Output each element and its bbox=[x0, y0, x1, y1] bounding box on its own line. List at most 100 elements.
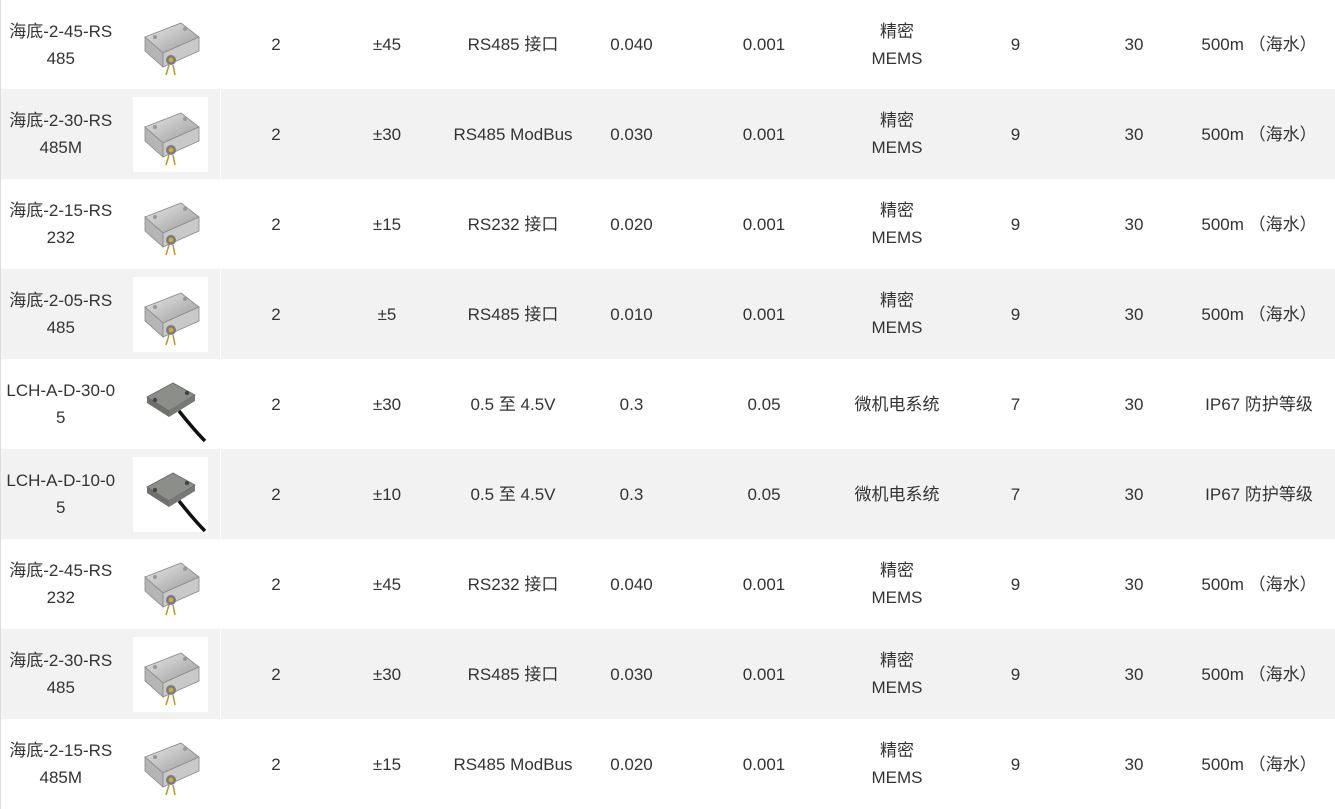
range-cell: ±15 bbox=[332, 179, 443, 269]
model-cell[interactable]: 海底-2-45-RS232 bbox=[1, 539, 121, 629]
bandwidth-cell: 30 bbox=[1086, 719, 1183, 809]
model-cell[interactable]: 海底-2-45-RS485 bbox=[1, 0, 121, 89]
technology-cell: 精密 MEMS bbox=[849, 179, 946, 269]
resolution-cell: 0.05 bbox=[680, 449, 849, 539]
protection-cell: 500m （海水） bbox=[1183, 269, 1335, 359]
technology-cell: 精密 MEMS bbox=[849, 89, 946, 179]
model-cell[interactable]: 海底-2-05-RS485 bbox=[1, 269, 121, 359]
accuracy-cell: 0.3 bbox=[584, 449, 680, 539]
range-cell: ±10 bbox=[332, 449, 443, 539]
mems-sensor-box-icon[interactable] bbox=[133, 277, 208, 352]
table-row: 海底-2-15-RS485M 2 ±15 RS485 ModBus 0.020 … bbox=[1, 719, 1335, 809]
table-row: LCH-A-D-30-05 2 ±30 0.5 至 4.5V 0.3 0.05 … bbox=[1, 359, 1335, 449]
mems-sensor-box-icon[interactable] bbox=[133, 187, 208, 262]
mems-sensor-box-icon[interactable] bbox=[133, 547, 208, 622]
output-cell: RS485 接口 bbox=[443, 629, 584, 719]
voltage-cell: 7 bbox=[946, 449, 1086, 539]
accuracy-cell: 0.020 bbox=[584, 719, 680, 809]
accuracy-cell: 0.010 bbox=[584, 269, 680, 359]
bandwidth-cell: 30 bbox=[1086, 179, 1183, 269]
axes-cell: 2 bbox=[221, 269, 332, 359]
technology-cell: 微机电系统 bbox=[849, 359, 946, 449]
axes-cell: 2 bbox=[221, 359, 332, 449]
voltage-cell: 9 bbox=[946, 269, 1086, 359]
output-cell: 0.5 至 4.5V bbox=[443, 359, 584, 449]
output-cell: RS232 接口 bbox=[443, 539, 584, 629]
axes-cell: 2 bbox=[221, 449, 332, 539]
voltage-cell: 9 bbox=[946, 0, 1086, 89]
resolution-cell: 0.001 bbox=[680, 629, 849, 719]
model-cell[interactable]: 海底-2-15-RS232 bbox=[1, 179, 121, 269]
model-cell[interactable]: 海底-2-15-RS485M bbox=[1, 719, 121, 809]
voltage-cell: 9 bbox=[946, 89, 1086, 179]
table-row: 海底-2-30-RS485 2 ±30 RS485 接口 0.030 0.001… bbox=[1, 629, 1335, 719]
protection-cell: 500m （海水） bbox=[1183, 539, 1335, 629]
model-cell[interactable]: 海底-2-30-RS485 bbox=[1, 629, 121, 719]
protection-cell: 500m （海水） bbox=[1183, 89, 1335, 179]
image-cell bbox=[121, 719, 221, 809]
voltage-cell: 9 bbox=[946, 539, 1086, 629]
technology-cell: 精密 MEMS bbox=[849, 269, 946, 359]
table-row: 海底-2-45-RS232 2 ±45 RS232 接口 0.040 0.001… bbox=[1, 539, 1335, 629]
image-cell bbox=[121, 269, 221, 359]
accuracy-cell: 0.030 bbox=[584, 89, 680, 179]
model-cell[interactable]: LCH-A-D-30-05 bbox=[1, 359, 121, 449]
resolution-cell: 0.001 bbox=[680, 539, 849, 629]
resolution-cell: 0.001 bbox=[680, 89, 849, 179]
range-cell: ±30 bbox=[332, 359, 443, 449]
image-cell bbox=[121, 0, 221, 89]
table-row: LCH-A-D-10-05 2 ±10 0.5 至 4.5V 0.3 0.05 … bbox=[1, 449, 1335, 539]
voltage-cell: 7 bbox=[946, 359, 1086, 449]
range-cell: ±5 bbox=[332, 269, 443, 359]
image-cell bbox=[121, 629, 221, 719]
protection-cell: IP67 防护等级 bbox=[1183, 449, 1335, 539]
bandwidth-cell: 30 bbox=[1086, 89, 1183, 179]
table-row: 海底-2-15-RS232 2 ±15 RS232 接口 0.020 0.001… bbox=[1, 179, 1335, 269]
range-cell: ±30 bbox=[332, 629, 443, 719]
mems-sensor-box-icon[interactable] bbox=[133, 637, 208, 712]
resolution-cell: 0.001 bbox=[680, 0, 849, 89]
bandwidth-cell: 30 bbox=[1086, 539, 1183, 629]
voltage-cell: 9 bbox=[946, 629, 1086, 719]
accuracy-cell: 0.040 bbox=[584, 539, 680, 629]
output-cell: 0.5 至 4.5V bbox=[443, 449, 584, 539]
voltage-cell: 9 bbox=[946, 719, 1086, 809]
resolution-cell: 0.05 bbox=[680, 359, 849, 449]
axes-cell: 2 bbox=[221, 0, 332, 89]
range-cell: ±45 bbox=[332, 539, 443, 629]
technology-cell: 微机电系统 bbox=[849, 449, 946, 539]
table-row: 海底-2-05-RS485 2 ±5 RS485 接口 0.010 0.001 … bbox=[1, 269, 1335, 359]
table-row: 海底-2-30-RS485M 2 ±30 RS485 ModBus 0.030 … bbox=[1, 89, 1335, 179]
cable-sensor-icon[interactable] bbox=[133, 367, 208, 442]
protection-cell: 500m （海水） bbox=[1183, 0, 1335, 89]
bandwidth-cell: 30 bbox=[1086, 269, 1183, 359]
product-spec-table: 海底-2-45-RS485 2 ±45 RS485 接口 0.040 0.001… bbox=[0, 0, 1335, 809]
output-cell: RS232 接口 bbox=[443, 179, 584, 269]
technology-cell: 精密 MEMS bbox=[849, 0, 946, 89]
model-cell[interactable]: LCH-A-D-10-05 bbox=[1, 449, 121, 539]
mems-sensor-box-icon[interactable] bbox=[133, 7, 208, 82]
axes-cell: 2 bbox=[221, 179, 332, 269]
image-cell bbox=[121, 539, 221, 629]
accuracy-cell: 0.030 bbox=[584, 629, 680, 719]
mems-sensor-box-icon[interactable] bbox=[133, 97, 208, 172]
output-cell: RS485 ModBus bbox=[443, 89, 584, 179]
accuracy-cell: 0.020 bbox=[584, 179, 680, 269]
axes-cell: 2 bbox=[221, 539, 332, 629]
axes-cell: 2 bbox=[221, 629, 332, 719]
range-cell: ±15 bbox=[332, 719, 443, 809]
image-cell bbox=[121, 179, 221, 269]
accuracy-cell: 0.040 bbox=[584, 0, 680, 89]
axes-cell: 2 bbox=[221, 719, 332, 809]
range-cell: ±30 bbox=[332, 89, 443, 179]
image-cell bbox=[121, 89, 221, 179]
technology-cell: 精密 MEMS bbox=[849, 629, 946, 719]
protection-cell: 500m （海水） bbox=[1183, 719, 1335, 809]
protection-cell: 500m （海水） bbox=[1183, 179, 1335, 269]
resolution-cell: 0.001 bbox=[680, 179, 849, 269]
cable-sensor-icon[interactable] bbox=[133, 457, 208, 532]
resolution-cell: 0.001 bbox=[680, 719, 849, 809]
model-cell[interactable]: 海底-2-30-RS485M bbox=[1, 89, 121, 179]
mems-sensor-box-icon[interactable] bbox=[133, 727, 208, 802]
output-cell: RS485 接口 bbox=[443, 269, 584, 359]
